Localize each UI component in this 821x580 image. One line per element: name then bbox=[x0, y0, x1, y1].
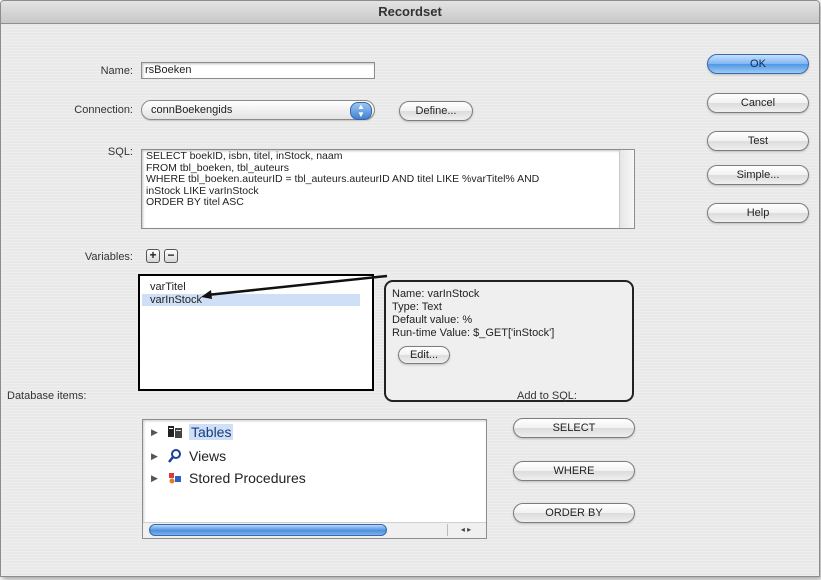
connection-select[interactable]: connBoekengids ▲ ▼ bbox=[141, 100, 375, 120]
stored-procedure-icon bbox=[169, 473, 181, 484]
expand-triangle-icon[interactable]: ▶ bbox=[151, 427, 161, 438]
define-button[interactable]: Define... bbox=[399, 101, 473, 121]
sql-line: WHERE tbl_boeken.auteurID = tbl_auteurs.… bbox=[146, 173, 540, 185]
view-icon bbox=[168, 449, 181, 463]
scrollbar-thumb[interactable] bbox=[149, 524, 387, 536]
connection-value: connBoekengids bbox=[151, 104, 233, 116]
table-icon bbox=[168, 426, 182, 438]
variable-detail-default: Default value: % bbox=[392, 314, 473, 326]
connection-label: Connection: bbox=[74, 104, 133, 116]
edit-variable-button[interactable]: Edit... bbox=[398, 346, 450, 364]
sql-line: ORDER BY titel ASC bbox=[146, 196, 244, 208]
variable-detail-callout: Name: varInStock Type: Text Default valu… bbox=[384, 280, 634, 402]
simple-button[interactable]: Simple... bbox=[707, 165, 809, 185]
tree-item-label: Views bbox=[189, 448, 227, 464]
dialog-content: Name: rsBoeken Connection: connBoekengid… bbox=[1, 24, 819, 576]
expand-triangle-icon[interactable]: ▶ bbox=[151, 451, 161, 462]
database-items-label: Database items: bbox=[7, 390, 87, 402]
add-select-button[interactable]: SELECT bbox=[513, 418, 635, 438]
callout-connector bbox=[201, 274, 388, 299]
variable-detail-runtime: Run-time Value: $_GET['inStock'] bbox=[392, 327, 555, 339]
select-arrows-icon: ▲ ▼ bbox=[350, 102, 372, 120]
scroll-arrows-icon[interactable]: ◂ ▸ bbox=[447, 524, 484, 536]
ok-button[interactable]: OK bbox=[707, 54, 809, 74]
cancel-button[interactable]: Cancel bbox=[707, 93, 809, 113]
tree-horizontal-scrollbar[interactable]: ◂ ▸ bbox=[143, 522, 486, 538]
add-where-button[interactable]: WHERE bbox=[513, 461, 635, 481]
name-field[interactable]: rsBoeken bbox=[141, 62, 375, 79]
remove-variable-button[interactable]: − bbox=[164, 249, 178, 263]
variable-item-vartitel[interactable]: varTitel bbox=[150, 281, 186, 293]
sql-label: SQL: bbox=[107, 146, 133, 158]
variable-detail-type: Type: Text bbox=[392, 301, 442, 313]
tree-item-stored-procedures[interactable]: ▶ Stored Procedures bbox=[151, 470, 306, 486]
name-label: Name: bbox=[100, 65, 133, 77]
sql-scrollbar[interactable] bbox=[619, 150, 634, 228]
dialog-title: Recordset bbox=[1, 1, 819, 24]
add-to-sql-label: Add to SQL: bbox=[517, 390, 577, 402]
add-orderby-button[interactable]: ORDER BY bbox=[513, 503, 635, 523]
sql-textarea[interactable]: SELECT boekID, isbn, titel, inStock, naa… bbox=[141, 149, 635, 229]
tree-item-label: Tables bbox=[189, 424, 234, 440]
expand-triangle-icon[interactable]: ▶ bbox=[151, 473, 161, 484]
database-items-tree: ▶ Tables ▶ Views ▶ Stored Procedures ◂ ▸ bbox=[142, 419, 487, 539]
variable-detail-name: Name: varInStock bbox=[392, 288, 480, 300]
test-button[interactable]: Test bbox=[707, 131, 809, 151]
tree-item-views[interactable]: ▶ Views bbox=[151, 448, 226, 464]
help-button[interactable]: Help bbox=[707, 203, 809, 223]
add-variable-button[interactable]: + bbox=[146, 249, 160, 263]
recordset-dialog: Recordset Name: rsBoeken Connection: con… bbox=[0, 0, 820, 577]
tree-item-label: Stored Procedures bbox=[189, 470, 306, 486]
tree-item-tables[interactable]: ▶ Tables bbox=[151, 424, 234, 440]
sql-line: SELECT boekID, isbn, titel, inStock, naa… bbox=[146, 150, 343, 162]
variables-label: Variables: bbox=[84, 251, 133, 263]
